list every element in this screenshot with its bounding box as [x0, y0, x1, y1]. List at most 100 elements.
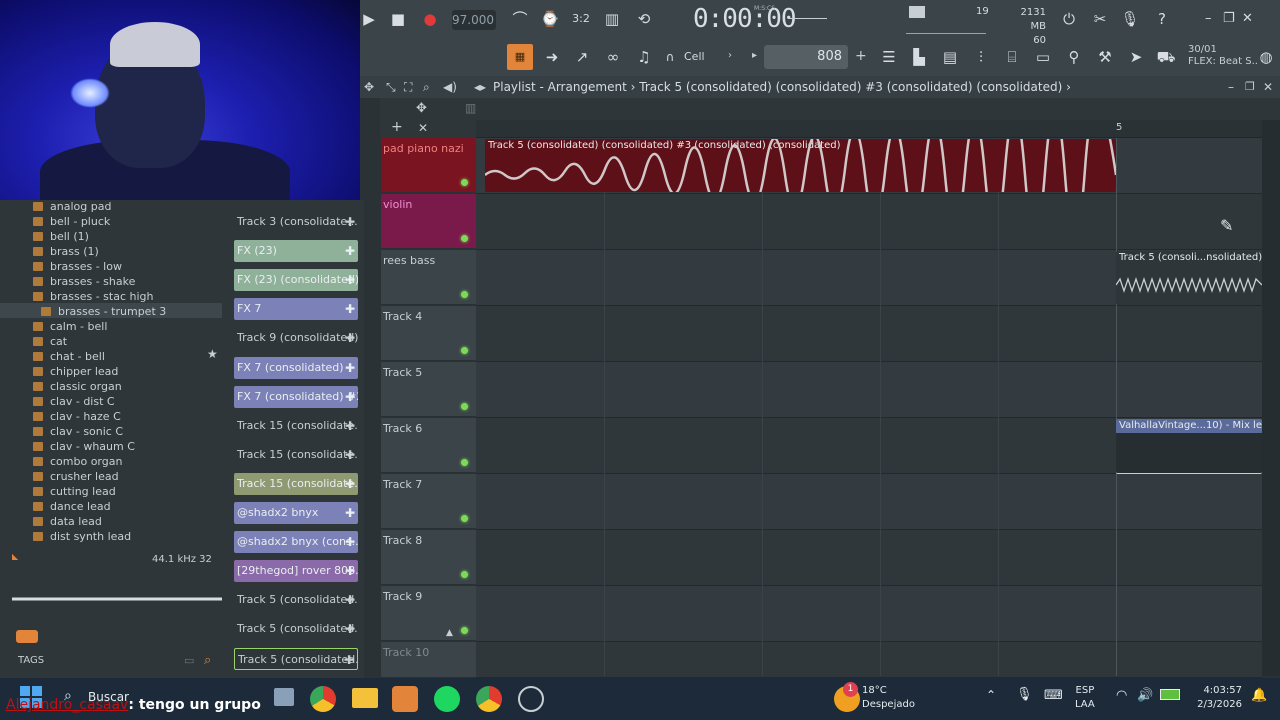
browser-item[interactable]: clav - sonic C — [50, 424, 123, 439]
track-led[interactable] — [461, 235, 468, 242]
track-header-2[interactable]: violin — [381, 194, 476, 249]
pattern-add-icon[interactable]: ✚ — [345, 502, 355, 524]
track-led[interactable] — [461, 403, 468, 410]
language-indicator[interactable]: ESP LAA — [1075, 684, 1095, 712]
fl-studio-icon[interactable] — [392, 686, 418, 712]
pattern-item[interactable]: FX 7 ✚ — [234, 298, 358, 321]
browser-item[interactable]: crusher lead — [50, 469, 119, 484]
pattern-item[interactable]: Track 15 (consolidate... ✚ — [234, 443, 358, 466]
resize-icon[interactable]: ⤡ — [386, 80, 396, 95]
volume-icon[interactable]: 🔊 — [1137, 688, 1153, 703]
scissors-icon[interactable]: ✂ — [1088, 7, 1112, 31]
restore-icon[interactable]: ❐ — [1223, 11, 1235, 26]
tools-icon[interactable]: ⚒ — [1093, 45, 1117, 69]
record-icon[interactable]: ● — [418, 7, 442, 31]
track-lane[interactable] — [476, 362, 1262, 418]
pattern-add-icon[interactable]: ✚ — [345, 473, 355, 495]
close-icon[interactable]: ✕ — [1242, 11, 1253, 26]
keyboard-tray-icon[interactable]: ⌨ — [1044, 688, 1063, 703]
battery-icon[interactable] — [1160, 689, 1180, 700]
track-led[interactable] — [461, 291, 468, 298]
pattern-item[interactable]: Track 5 (consolidated... ✚ — [234, 618, 358, 641]
track-header-8[interactable]: Track 8 — [381, 530, 476, 585]
browser-item[interactable]: bell - pluck — [50, 214, 110, 229]
track-header-6[interactable]: Track 6 — [381, 418, 476, 473]
pattern-item[interactable]: @shadx2 bnyx (cons... ✚ — [234, 531, 358, 554]
browser-item[interactable]: brasses - stac high — [50, 289, 153, 304]
metronome-icon[interactable]: ⌒ — [508, 7, 532, 31]
browser-item[interactable]: dance lead — [50, 499, 111, 514]
chrome-icon[interactable] — [310, 686, 336, 712]
pattern-item[interactable]: Track 5 (consolidated... ✚ — [234, 647, 358, 670]
preview-play-icon[interactable] — [16, 630, 38, 643]
audio-clip[interactable]: Track 5 (consoli...nsolidated) #3 (conso… — [1116, 251, 1262, 305]
track-led[interactable] — [461, 571, 468, 578]
move-icon[interactable]: ✥ — [364, 80, 374, 94]
weather-widget[interactable]: 18°C Despejado — [862, 684, 915, 712]
pattern-selector[interactable]: 808 — [764, 45, 848, 69]
master-volume-slider[interactable] — [789, 18, 827, 19]
flex-news-panel[interactable]: 30/01 FLEX: Beat S.. — [1188, 44, 1258, 68]
pattern-add-icon[interactable]: ✚ — [345, 357, 355, 379]
pattern-item[interactable]: FX (23) (consolidated) ✚ — [234, 269, 358, 292]
brush-icon[interactable]: ↗ — [570, 45, 594, 69]
pattern-add-icon[interactable]: ✚ — [345, 298, 355, 320]
project-picker-icon[interactable]: ▭ — [1031, 45, 1055, 69]
track-lane[interactable] — [476, 474, 1262, 530]
audio-clip[interactable]: Track 5 (consolidated) (consolidated) #3… — [485, 139, 1116, 192]
browser-item[interactable]: clav - haze C — [50, 409, 121, 424]
browser-item[interactable]: calm - bell — [50, 319, 107, 334]
countdown-icon[interactable]: 3:2 — [569, 7, 593, 31]
step-edit-icon[interactable]: ▥ — [600, 7, 624, 31]
minimize-icon[interactable]: – — [1205, 11, 1212, 26]
track-led[interactable] — [461, 515, 468, 522]
browser-item[interactable]: combo organ — [50, 454, 122, 469]
track-header-3[interactable]: rees bass — [381, 250, 476, 305]
add-pattern-icon[interactable]: + — [855, 48, 867, 64]
fullscreen-icon[interactable]: ⛶ — [404, 80, 412, 95]
mic-tray-icon[interactable]: 🎙 — [1016, 687, 1033, 702]
file-explorer-icon[interactable] — [352, 688, 378, 708]
pattern-item[interactable]: Track 15 (consolidate... ✚ — [234, 414, 358, 437]
pattern-item[interactable]: Track 9 (consolidated) ✚ — [234, 327, 358, 350]
typing-keyboard-icon[interactable]: ♫ — [632, 45, 656, 69]
play-icon[interactable]: ▶ — [357, 7, 381, 31]
pattern-add-icon[interactable]: ✚ — [345, 269, 355, 291]
playlist-maximize-icon[interactable]: ❐ — [1245, 80, 1255, 93]
automation-clip[interactable]: ValhallaVintage...10) - Mix level — [1116, 419, 1262, 474]
link-icon[interactable]: ∞ — [601, 45, 625, 69]
shop-icon[interactable]: ⛟ — [1154, 45, 1178, 69]
zoom-icon[interactable]: ⌕ — [423, 80, 430, 95]
pattern-add-icon[interactable]: ✚ — [345, 211, 355, 233]
playlist-scrollbar[interactable] — [1262, 120, 1280, 676]
browser-item[interactable]: brasses - trumpet 3 — [58, 304, 166, 319]
loop-record-icon[interactable]: ⟲ — [632, 7, 656, 31]
browser-item[interactable]: clav - dist C — [50, 394, 115, 409]
track-header-5[interactable]: Track 5 — [381, 362, 476, 417]
pattern-add-icon[interactable]: ✚ — [344, 649, 354, 669]
track-lane[interactable] — [476, 586, 1262, 642]
pattern-prev-icon[interactable]: ▸ — [752, 50, 757, 61]
pattern-item[interactable]: @shadx2 bnyx ✚ — [234, 502, 358, 524]
obs-icon[interactable] — [518, 686, 544, 712]
pattern-add-icon[interactable]: ✚ — [345, 240, 355, 262]
piano-roll-icon[interactable]: ▙ — [907, 45, 931, 69]
globe-icon[interactable]: ◍ — [1254, 45, 1278, 69]
playlist-mode-icon[interactable]: ▥ — [465, 101, 476, 115]
pattern-item[interactable]: FX 7 (consolidated) ✚ — [234, 356, 358, 379]
pattern-item[interactable]: [29thegod] rover 808... ✚ — [234, 560, 358, 583]
chrome-profile-icon[interactable] — [476, 686, 502, 712]
task-view-icon[interactable] — [274, 688, 294, 706]
browser-item[interactable]: brass (1) — [50, 244, 99, 259]
browser-item[interactable]: chipper lead — [50, 364, 118, 379]
track-led[interactable] — [461, 459, 468, 466]
pattern-add-icon[interactable]: ✚ — [345, 531, 355, 553]
timeline-ruler[interactable] — [476, 120, 1262, 138]
help-icon[interactable]: ? — [1150, 7, 1174, 31]
browser-icon[interactable]: ⌸ — [1000, 45, 1024, 69]
browser-item[interactable]: clav - whaum C — [50, 439, 135, 454]
snap-select[interactable]: Cell — [684, 50, 705, 63]
add-track-icon[interactable]: + — [391, 119, 403, 135]
browser-item[interactable]: data lead — [50, 514, 102, 529]
track-led[interactable] — [461, 627, 468, 634]
